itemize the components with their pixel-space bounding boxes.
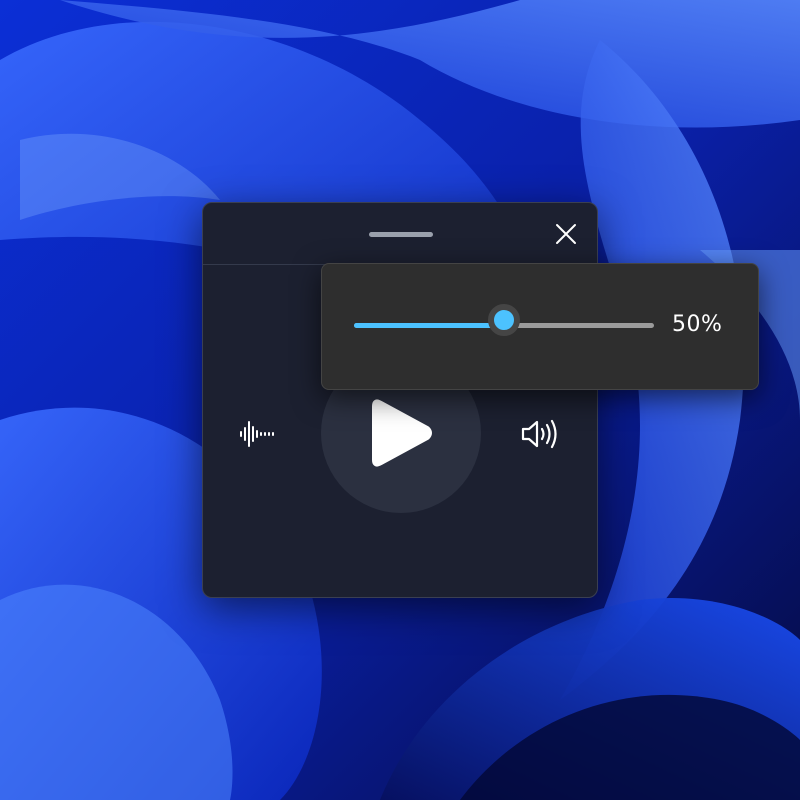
close-button[interactable] [549, 217, 583, 251]
volume-value-label: 50% [672, 312, 723, 337]
volume-slider[interactable] [354, 304, 654, 342]
waveform-button[interactable] [237, 417, 277, 451]
player-window [202, 202, 598, 598]
volume-slider-thumb[interactable] [488, 304, 520, 336]
play-icon [372, 399, 432, 467]
volume-flyout: 50% [321, 263, 759, 390]
speaker-volume-icon [521, 419, 557, 449]
desktop: 50% [0, 0, 800, 800]
title-bar [203, 203, 597, 265]
close-icon [556, 224, 576, 244]
volume-button[interactable] [519, 415, 561, 453]
volume-slider-fill [354, 323, 504, 328]
drag-handle[interactable] [369, 232, 433, 237]
waveform-icon [240, 421, 274, 447]
